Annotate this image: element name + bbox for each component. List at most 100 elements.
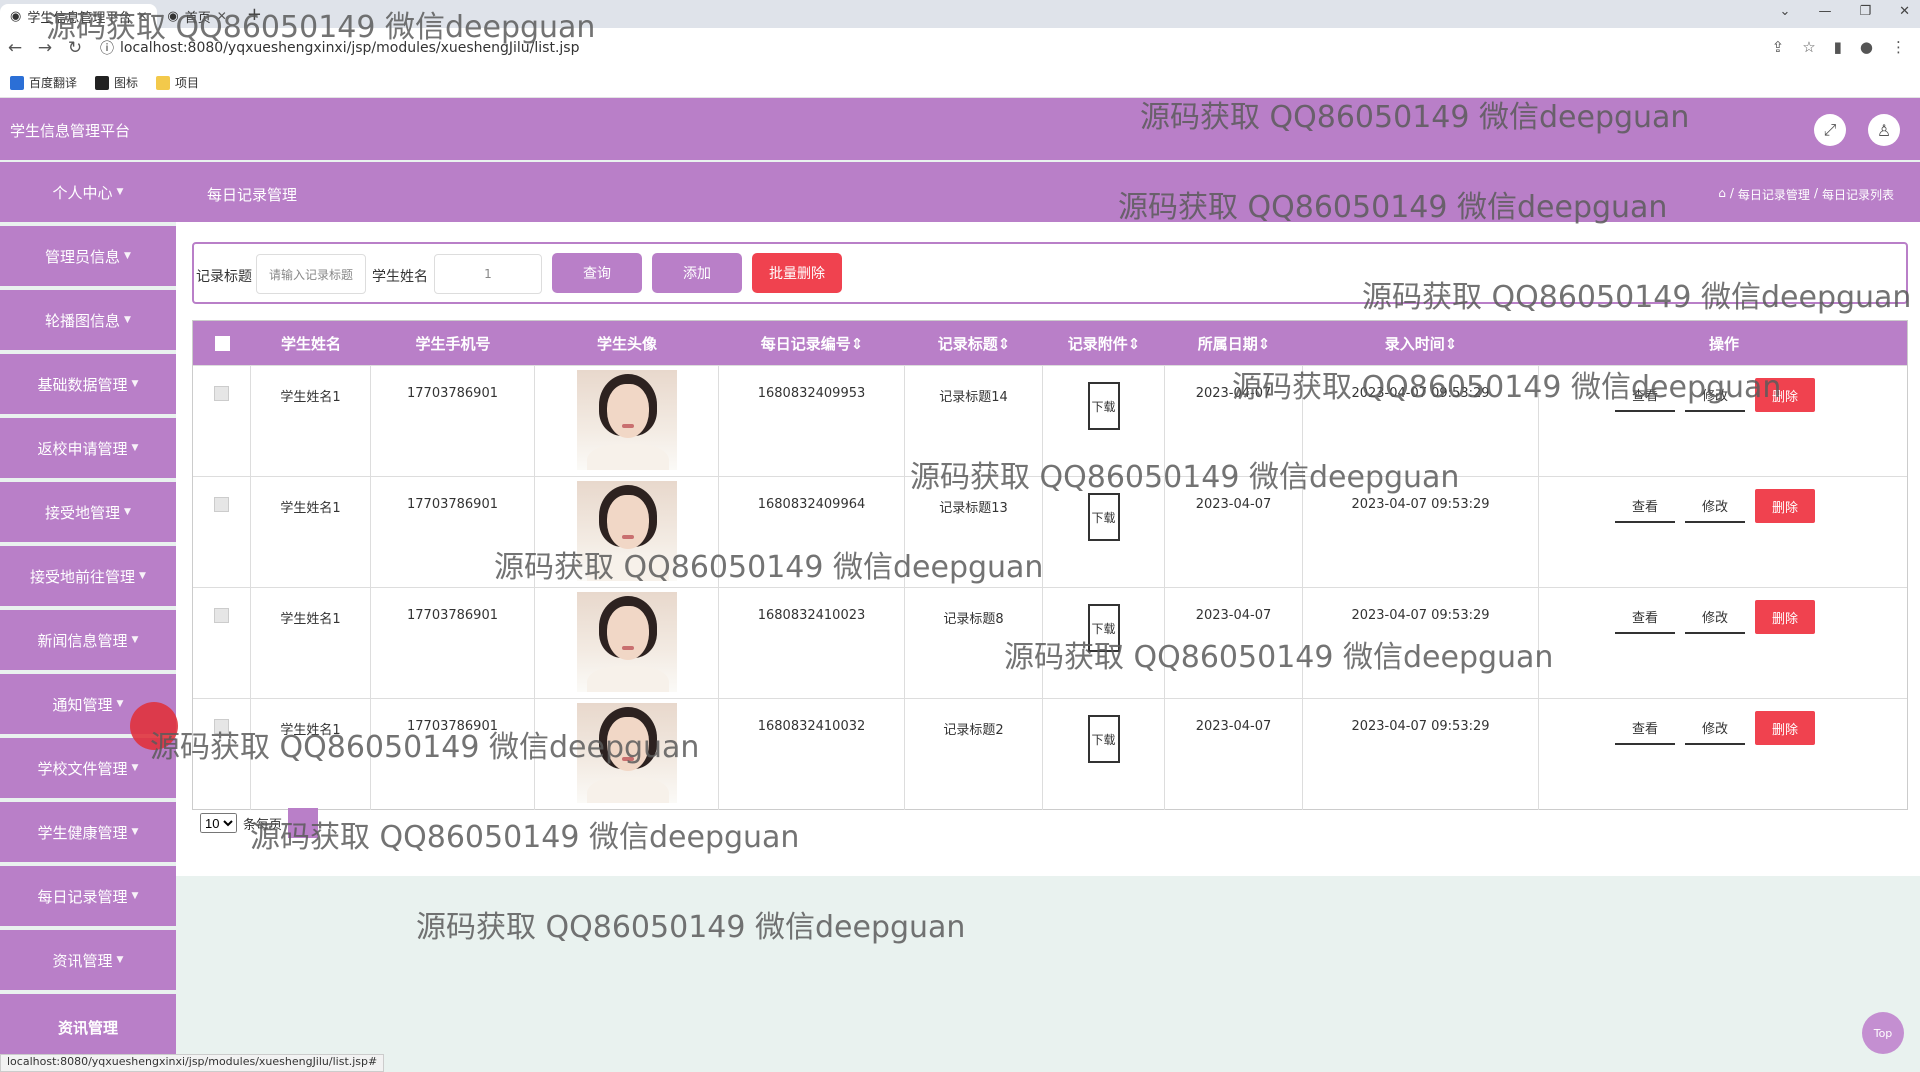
- cell-attachment: 下载: [1043, 477, 1165, 588]
- sidebar-item-admin[interactable]: 管理员信息 ▼: [0, 226, 176, 286]
- view-button[interactable]: 查看: [1615, 489, 1675, 523]
- close-tab-icon[interactable]: ✕: [217, 9, 227, 23]
- browser-tab-bar: ◉ 学生信息管理平台 ✕ ◉ 首页 ✕ + ⌄ — ❐ ✕: [0, 0, 1920, 28]
- view-button[interactable]: 查看: [1615, 378, 1675, 412]
- breadcrumb-separator: /: [1813, 186, 1818, 200]
- breadcrumb-item: 每日记录列表: [1821, 188, 1894, 202]
- edit-button[interactable]: 修改: [1685, 600, 1745, 634]
- tab-search-icon[interactable]: ⌄: [1780, 4, 1791, 19]
- view-button[interactable]: 查看: [1615, 711, 1675, 745]
- bookmark-icons[interactable]: 图标: [95, 74, 138, 91]
- folder-icon: [156, 75, 171, 90]
- close-tab-icon[interactable]: ✕: [137, 9, 147, 23]
- restore-icon[interactable]: ❐: [1859, 4, 1871, 19]
- sidebar-item-label: 个人中心: [52, 183, 113, 202]
- sidebar-item-label: 资讯管理: [52, 951, 113, 970]
- sidebar-item-basic-data[interactable]: 基础数据管理 ▼: [0, 354, 176, 414]
- select-all-checkbox[interactable]: [214, 335, 230, 351]
- sidebar-item-label: 每日记录管理: [37, 887, 128, 906]
- current-page-button[interactable]: [288, 808, 319, 838]
- cell-actions: 查看 修改 删除: [1539, 366, 1909, 477]
- delete-button[interactable]: 删除: [1755, 489, 1815, 523]
- close-window-icon[interactable]: ✕: [1899, 4, 1910, 19]
- records-table: 学生姓名 学生手机号 学生头像 每日记录编号⇕ 记录标题⇕ 记录附件⇕ 所属日期…: [192, 320, 1908, 810]
- star-icon[interactable]: ☆: [1802, 38, 1815, 56]
- download-button[interactable]: 下载: [1087, 715, 1120, 763]
- bookmark-project[interactable]: 项目: [156, 74, 199, 91]
- sidebar-item-receiving-place[interactable]: 接受地管理 ▼: [0, 482, 176, 542]
- add-button[interactable]: 添加: [652, 253, 742, 293]
- batch-delete-button[interactable]: 批量删除: [752, 253, 842, 293]
- sidebar-item-receiving-trip[interactable]: 接受地前往管理 ▼: [0, 546, 176, 606]
- col-record-title[interactable]: 记录标题⇕: [905, 321, 1043, 365]
- delete-button[interactable]: 删除: [1755, 711, 1815, 745]
- col-record-attachment[interactable]: 记录附件⇕: [1043, 321, 1165, 365]
- edit-button[interactable]: 修改: [1685, 489, 1745, 523]
- profile-icon[interactable]: ●: [1860, 38, 1873, 56]
- sidebar-item-label: 接受地前往管理: [30, 567, 136, 586]
- col-date[interactable]: 所属日期⇕: [1165, 321, 1303, 365]
- delete-button[interactable]: 删除: [1755, 600, 1815, 634]
- student-avatar: [576, 481, 677, 581]
- sidebar-item-personal[interactable]: 个人中心 ▼: [0, 162, 176, 222]
- sidebar-item-news[interactable]: 新闻信息管理 ▼: [0, 610, 176, 670]
- url-field[interactable]: ⓘ localhost:8080/yqxueshengxinxi/jsp/mod…: [100, 38, 579, 58]
- sidebar-item-health[interactable]: 学生健康管理 ▼: [0, 802, 176, 862]
- sidebar-item-carousel[interactable]: 轮播图信息 ▼: [0, 290, 176, 350]
- sidebar-item-label: 返校申请管理: [37, 439, 128, 458]
- download-button[interactable]: 下载: [1087, 604, 1120, 652]
- cell-actions: 查看 修改 删除: [1539, 477, 1909, 588]
- student-name-label: 学生姓名: [372, 269, 428, 285]
- bookmark-translate[interactable]: 百度翻译: [10, 74, 77, 91]
- caret-down-icon: ▼: [131, 891, 139, 901]
- edit-button[interactable]: 修改: [1685, 378, 1745, 412]
- edit-button[interactable]: 修改: [1685, 711, 1745, 745]
- cell-avatar: [535, 588, 719, 699]
- delete-button[interactable]: 删除: [1755, 378, 1815, 412]
- cell-record-title: 记录标题13: [905, 477, 1043, 588]
- col-student-avatar: 学生头像: [596, 334, 657, 353]
- new-tab-button[interactable]: +: [237, 4, 272, 25]
- row-checkbox[interactable]: [214, 386, 229, 401]
- minimize-icon[interactable]: —: [1818, 4, 1831, 19]
- back-icon[interactable]: ←: [0, 38, 30, 58]
- col-record-number[interactable]: 每日记录编号⇕: [719, 321, 905, 365]
- row-checkbox[interactable]: [214, 497, 229, 512]
- col-entry-time[interactable]: 录入时间⇕: [1303, 321, 1539, 365]
- browser-tab-app[interactable]: ◉ 学生信息管理平台 ✕: [0, 4, 158, 28]
- cell-attachment: 下载: [1043, 366, 1165, 477]
- translate-icon: [10, 75, 24, 90]
- tab-favicon-icon: ◉: [167, 8, 179, 24]
- page-size-select[interactable]: 10: [200, 813, 237, 833]
- page-size-label: 条每页: [243, 817, 283, 833]
- sidebar-item-info[interactable]: 资讯管理 ▼: [0, 930, 176, 990]
- tab-label: 学生信息管理平台: [27, 10, 132, 26]
- view-button[interactable]: 查看: [1615, 600, 1675, 634]
- info-icon[interactable]: ⓘ: [100, 38, 114, 58]
- breadcrumb-item[interactable]: 每日记录管理: [1738, 186, 1810, 203]
- sidepanel-icon[interactable]: ▮: [1834, 38, 1842, 56]
- forward-icon[interactable]: →: [30, 38, 60, 58]
- fullscreen-button[interactable]: ⤢: [1814, 114, 1846, 146]
- browser-tab-home[interactable]: ◉ 首页 ✕: [157, 4, 236, 28]
- row-select-cell: [193, 366, 251, 477]
- share-icon[interactable]: ⇪: [1772, 38, 1785, 56]
- sidebar-item-return-apply[interactable]: 返校申请管理 ▼: [0, 418, 176, 478]
- sidebar-item-info-expanded[interactable]: 资讯管理: [0, 994, 176, 1060]
- user-button[interactable]: ♙: [1868, 114, 1900, 146]
- sidebar-item-label: 接受地管理: [45, 503, 121, 522]
- query-button[interactable]: 查询: [552, 253, 642, 293]
- row-checkbox[interactable]: [214, 719, 229, 734]
- download-button[interactable]: 下载: [1087, 493, 1120, 541]
- home-icon[interactable]: ⌂: [1718, 186, 1726, 203]
- student-name-input[interactable]: 1: [434, 254, 542, 294]
- record-title-input[interactable]: 请输入记录标题: [256, 254, 366, 294]
- cell-student-name: 学生姓名1: [251, 699, 371, 810]
- download-button[interactable]: 下载: [1087, 382, 1120, 430]
- back-to-top-button[interactable]: Top: [1862, 1012, 1904, 1054]
- sidebar-item-daily-record[interactable]: 每日记录管理 ▼: [0, 866, 176, 926]
- menu-icon[interactable]: ⋮: [1891, 38, 1906, 56]
- row-checkbox[interactable]: [214, 608, 229, 623]
- reload-icon[interactable]: ↻: [60, 38, 90, 58]
- cell-record-number: 1680832410032: [719, 699, 905, 810]
